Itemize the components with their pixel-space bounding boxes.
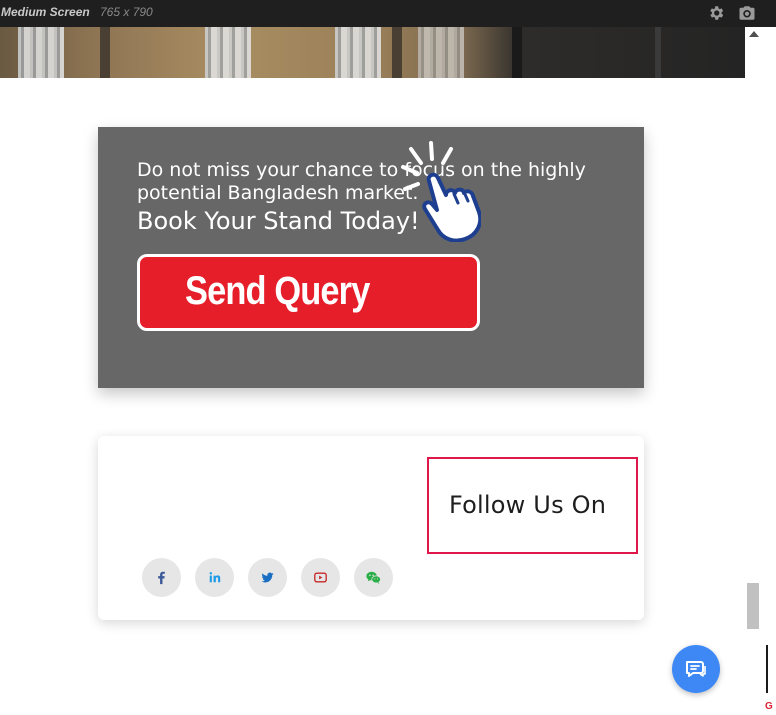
side-indicator: G	[763, 27, 776, 715]
facebook-icon	[158, 571, 165, 585]
linkedin-icon	[209, 572, 221, 583]
wechat-button[interactable]	[354, 558, 393, 597]
camera-icon[interactable]	[738, 4, 756, 22]
scrollbar-thumb[interactable]	[747, 583, 759, 629]
twitter-icon	[261, 572, 274, 583]
chat-icon	[686, 661, 706, 677]
side-marker: G	[765, 701, 773, 712]
hero-image	[0, 27, 745, 78]
youtube-button[interactable]	[301, 558, 340, 597]
gear-icon[interactable]	[707, 4, 725, 22]
chat-button[interactable]	[672, 645, 720, 693]
wechat-icon	[366, 571, 381, 584]
send-query-button[interactable]: Send Query	[137, 254, 480, 331]
linkedin-button[interactable]	[195, 558, 234, 597]
vertical-scrollbar[interactable]	[745, 27, 763, 715]
side-indicator-bar	[766, 645, 768, 693]
follow-highlight-box: Follow Us On	[427, 457, 638, 554]
scroll-up-arrow[interactable]	[749, 31, 759, 37]
facebook-button[interactable]	[142, 558, 181, 597]
device-dimensions: 765 x 790	[100, 5, 153, 19]
follow-card: Follow Us On	[98, 436, 644, 620]
device-toolbar: Medium Screen 765 x 790	[0, 0, 776, 27]
pointer-hand-icon	[401, 141, 481, 242]
follow-title: Follow Us On	[449, 491, 607, 519]
device-title: Medium Screen	[1, 5, 90, 19]
youtube-icon	[314, 572, 327, 583]
page-viewport: Do not miss your chance to focus on the …	[0, 27, 745, 715]
send-query-label: Send Query	[185, 269, 370, 313]
cta-banner: Do not miss your chance to focus on the …	[98, 127, 644, 388]
twitter-button[interactable]	[248, 558, 287, 597]
